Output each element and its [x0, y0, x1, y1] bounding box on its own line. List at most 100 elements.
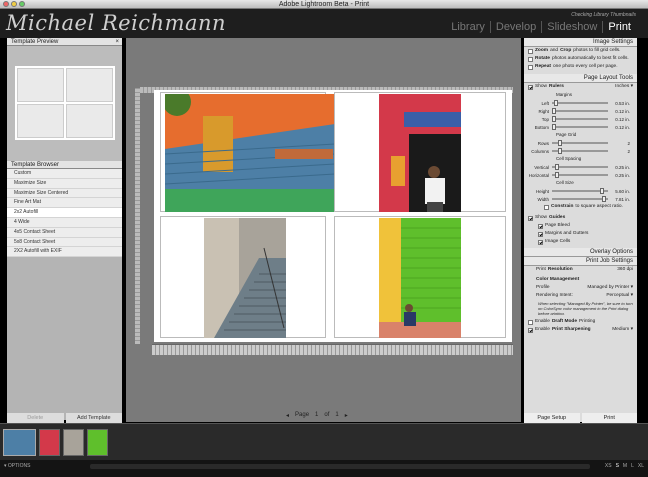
- preview-cell: [17, 68, 64, 102]
- template-item[interactable]: Maximize Size: [7, 179, 122, 189]
- print-canvas: ◂ Page 1 of 1 ▸: [126, 38, 521, 422]
- rotate-option[interactable]: Rotate photos automatically to best fit …: [524, 55, 637, 63]
- profile-select[interactable]: Profile Managed by Printer ▾: [524, 284, 637, 292]
- rotate-checkbox[interactable]: [528, 56, 533, 62]
- window-controls[interactable]: [3, 1, 25, 7]
- module-library[interactable]: Library: [446, 21, 491, 33]
- image-cell[interactable]: [334, 216, 506, 338]
- template-item-selected[interactable]: 2x2 Autofill: [7, 208, 122, 218]
- margin-bottom-slider[interactable]: Bottom 0.12 in.: [524, 123, 637, 131]
- minimize-button[interactable]: [11, 1, 17, 7]
- module-develop[interactable]: Develop: [491, 21, 543, 33]
- draft-mode-option[interactable]: Enable Draft Mode Printing: [524, 318, 637, 326]
- filmstrip-thumb[interactable]: [3, 429, 36, 456]
- close-button[interactable]: [3, 1, 9, 7]
- image-cell[interactable]: [160, 216, 326, 338]
- page-setup-button[interactable]: Page Setup: [524, 413, 580, 423]
- show-guides-checkbox[interactable]: [528, 215, 533, 221]
- add-template-button[interactable]: Add Template: [65, 413, 122, 423]
- resolution-value: 360: [617, 267, 626, 272]
- image-cell[interactable]: [160, 92, 335, 212]
- page-bleed-option[interactable]: Page Bleed: [524, 222, 637, 230]
- template-item[interactable]: 2X2 Autofill with EXIF: [7, 247, 122, 258]
- module-print[interactable]: Print: [603, 21, 636, 33]
- rendering-intent-select[interactable]: Rendering Intent: Perceptual ▾: [524, 292, 637, 300]
- margins-gutters-option[interactable]: Margins and Gutters: [524, 230, 637, 238]
- cell-size-label: Cell Size: [556, 180, 574, 185]
- sharpening-select[interactable]: Medium ▾: [612, 326, 633, 334]
- template-item[interactable]: 4x5 Contact Sheet: [7, 228, 122, 238]
- draft-mode-checkbox[interactable]: [528, 319, 533, 325]
- delete-template-button[interactable]: Delete: [7, 413, 64, 423]
- size-l[interactable]: L: [631, 463, 634, 469]
- columns-slider[interactable]: Columns 2: [524, 147, 637, 155]
- margin-top-slider[interactable]: Top 0.12 in.: [524, 115, 637, 123]
- print-sharpening-option[interactable]: Enable Print Sharpening Medium ▾: [524, 326, 637, 334]
- filmstrip-thumb[interactable]: [39, 429, 60, 456]
- units-select[interactable]: Inches ▾: [615, 83, 633, 91]
- total-pages: 1: [335, 412, 339, 418]
- template-item[interactable]: Maximize Size Centered: [7, 189, 122, 199]
- left-panel: Template Preview × Template Browser Cust…: [7, 38, 122, 420]
- horizontal-spacing-slider[interactable]: Horizontal 0.25 in.: [524, 171, 637, 179]
- page-bleed-checkbox[interactable]: [538, 223, 543, 229]
- filmstrip: [0, 423, 648, 460]
- vertical-spacing-slider[interactable]: Vertical 0.25 in.: [524, 163, 637, 171]
- app-header: Michael Reichmann Checking Library Thumb…: [0, 9, 648, 38]
- filmstrip-thumb[interactable]: [63, 429, 84, 456]
- print-button[interactable]: Print: [581, 413, 637, 423]
- collapse-icon[interactable]: ×: [115, 38, 119, 46]
- constrain-checkbox[interactable]: [544, 204, 549, 210]
- image-settings-header[interactable]: Image Settings: [524, 38, 637, 47]
- overlay-options-header[interactable]: Overlay Options: [524, 248, 637, 257]
- margin-left-slider[interactable]: Left 0.53 in.: [524, 99, 637, 107]
- constrain-option[interactable]: Constrain to square aspect ratio.: [524, 203, 637, 211]
- height-slider[interactable]: Height 5.60 in.: [524, 187, 637, 195]
- repeat-checkbox[interactable]: [528, 64, 533, 70]
- size-m[interactable]: M: [623, 463, 627, 469]
- margins-gutters-checkbox[interactable]: [538, 231, 543, 237]
- template-item[interactable]: 4 Wide: [7, 218, 122, 228]
- image-cell[interactable]: [334, 92, 506, 212]
- zoom-crop-option[interactable]: Zoom and Crop photos to fill grid cells.: [524, 47, 637, 55]
- width-slider[interactable]: Width 7.81 in.: [524, 195, 637, 203]
- prev-page-icon[interactable]: ◂: [286, 412, 289, 419]
- template-item[interactable]: 5x8 Contact Sheet: [7, 238, 122, 248]
- print-resolution-option[interactable]: Print Resolution 360 dpi: [524, 266, 637, 274]
- print-actions: Page Setup Print: [524, 413, 637, 423]
- template-preview-header[interactable]: Template Preview ×: [7, 38, 122, 46]
- show-guides-option[interactable]: Show Guides: [524, 214, 637, 222]
- size-xl[interactable]: XL: [638, 463, 644, 469]
- show-rulers-option[interactable]: Show Rulers Inches ▾: [524, 83, 637, 91]
- margin-right-slider[interactable]: Right 0.12 in.: [524, 107, 637, 115]
- layout-tools-header[interactable]: Page Layout Tools: [524, 74, 637, 83]
- size-s[interactable]: S: [616, 463, 619, 469]
- size-xs[interactable]: XS: [605, 463, 612, 469]
- filmstrip-scrollbar[interactable]: [90, 464, 590, 469]
- print-sharpening-checkbox[interactable]: [528, 327, 533, 333]
- preview-cell: [66, 68, 113, 102]
- page-grid-label: Page Grid: [556, 132, 577, 137]
- options-button[interactable]: ▾ OPTIONS: [4, 463, 30, 469]
- ruler-bottom: [152, 344, 513, 355]
- color-management-note: When selecting "Managed By Printer", be …: [538, 301, 633, 315]
- status-text: Checking Library Thumbnails: [571, 12, 636, 18]
- module-slideshow[interactable]: Slideshow: [542, 21, 604, 33]
- print-job-header[interactable]: Print Job Settings: [524, 257, 637, 266]
- print-page: [154, 90, 512, 342]
- template-item[interactable]: Custom: [7, 169, 122, 179]
- right-panel: Image Settings Zoom and Crop photos to f…: [524, 38, 637, 422]
- current-page: 1: [315, 412, 319, 418]
- image-cells-checkbox[interactable]: [538, 239, 543, 245]
- zoom-crop-checkbox[interactable]: [528, 48, 533, 54]
- template-item[interactable]: Fine Art Mat: [7, 198, 122, 209]
- template-browser-header[interactable]: Template Browser: [7, 161, 122, 169]
- rows-slider[interactable]: Rows 2: [524, 139, 637, 147]
- zoom-button[interactable]: [19, 1, 25, 7]
- show-rulers-checkbox[interactable]: [528, 84, 533, 90]
- next-page-icon[interactable]: ▸: [345, 412, 348, 419]
- image-cells-option[interactable]: Image Cells: [524, 238, 637, 246]
- repeat-option[interactable]: Repeat one photo every cell per page.: [524, 63, 637, 71]
- window-title: Adobe Lightroom Beta - Print: [278, 1, 370, 8]
- filmstrip-thumb[interactable]: [87, 429, 108, 456]
